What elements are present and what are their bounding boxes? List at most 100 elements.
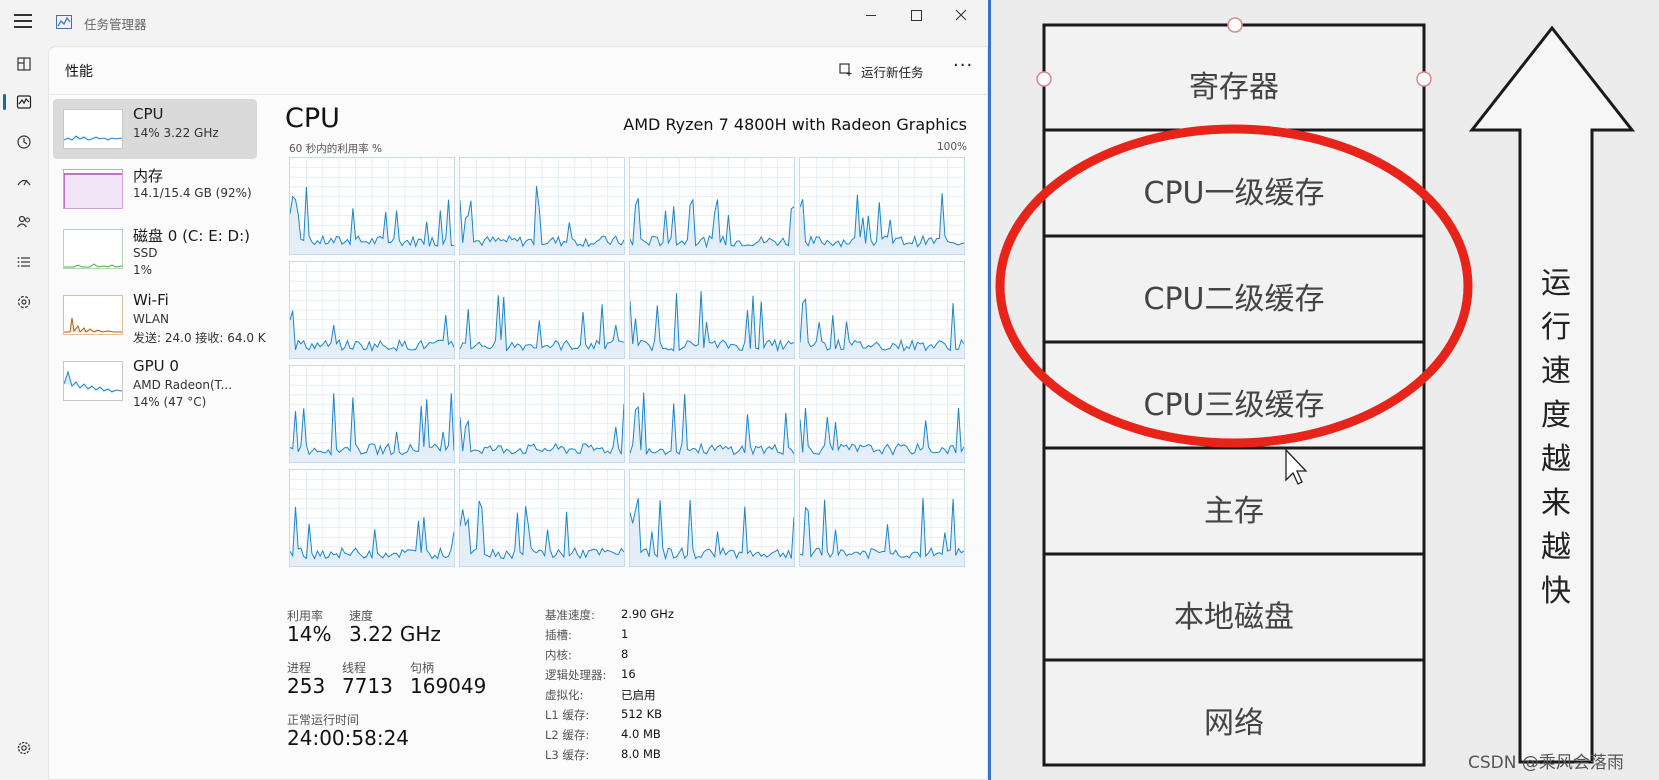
level-label: CPU一级缓存 <box>1143 176 1325 211</box>
logical-processor-graph <box>289 365 456 464</box>
logical-processor-graph <box>799 261 966 360</box>
content-pane: 性能 运行新任务 ··· CPU 14% 3.22 GHz 内存 14.1/15… <box>48 46 989 780</box>
memory-hierarchy-diagram: 寄存器 CPU一级缓存 CPU二级缓存 CPU三级缓存 主存 本地磁盘 网络 运… <box>992 0 1659 780</box>
task-manager-window: 任务管理器 性能 运行新任务 ··· CPU 14% 3.22 GHz 内存 1… <box>0 0 991 780</box>
device-name: Wi-Fi <box>133 291 169 309</box>
spec-value: 4.0 MB <box>621 727 661 741</box>
threads-value: 7713 <box>342 674 393 698</box>
run-new-task-label: 运行新任务 <box>861 65 924 80</box>
performance-nav-icon[interactable] <box>12 90 36 114</box>
logical-processor-graph <box>629 469 796 568</box>
window-edge <box>988 0 991 780</box>
close-icon <box>955 9 967 21</box>
logical-processor-graph <box>799 469 966 568</box>
spec-key: 内核: <box>545 648 572 662</box>
device-name: 内存 <box>133 167 164 185</box>
spec-key: 基准速度: <box>545 608 595 622</box>
startup-apps-nav-icon[interactable] <box>12 170 36 194</box>
app-history-nav-icon[interactable] <box>12 130 36 154</box>
device-item-memory[interactable]: 内存 14.1/15.4 GB (92%) <box>53 159 257 219</box>
spec-value: 8.0 MB <box>621 747 661 761</box>
cpu-model: AMD Ryzen 7 4800H with Radeon Graphics <box>623 115 967 134</box>
device-name: CPU <box>133 105 164 123</box>
selected-indicator <box>3 94 6 110</box>
logical-processor-graph <box>289 261 456 360</box>
csdn-watermark: CSDN @乘风会落雨 <box>1468 753 1624 773</box>
logical-processor-graph <box>629 261 796 360</box>
app-logo-icon <box>56 15 72 29</box>
device-item-wifi[interactable]: Wi-Fi WLAN 发送: 24.0 接收: 64.0 K <box>53 285 266 345</box>
spec-value: 1 <box>621 627 629 641</box>
handles-value: 169049 <box>410 674 487 698</box>
logical-processor-graph <box>459 469 626 568</box>
device-stat: AMD Radeon(T... <box>133 378 233 392</box>
close-button[interactable] <box>946 4 976 26</box>
uptime-value: 24:00:58:24 <box>287 726 410 750</box>
spec-key: L3 缓存: <box>545 748 590 762</box>
spec-value: 已启用 <box>621 688 656 702</box>
hamburger-menu-icon[interactable] <box>14 14 32 28</box>
page-title: 性能 <box>65 64 93 80</box>
device-stat: 14.1/15.4 GB (92%) <box>133 186 252 200</box>
device-stat: 14% 3.22 GHz <box>133 126 219 140</box>
spec-value: 512 KB <box>621 707 663 721</box>
disk-thumbnail <box>63 229 123 269</box>
new-task-icon <box>839 63 852 76</box>
device-stat: 14% (47 °C) <box>133 395 207 409</box>
cpu-heading: CPU <box>285 103 340 134</box>
wifi-thumbnail <box>63 295 123 335</box>
spec-value: 2.90 GHz <box>621 607 674 621</box>
graph-caption: 60 秒内的利用率 % <box>289 143 383 155</box>
level-label: CPU二级缓存 <box>1143 282 1325 317</box>
device-name: GPU 0 <box>133 357 179 375</box>
logical-processor-graph <box>799 157 966 256</box>
spec-value: 8 <box>621 647 629 661</box>
device-item-cpu[interactable]: CPU 14% 3.22 GHz <box>53 99 257 159</box>
processes-nav-icon[interactable] <box>12 52 36 76</box>
more-options-icon[interactable]: ··· <box>953 57 973 77</box>
content-header: 性能 运行新任务 ··· <box>49 47 989 95</box>
settings-gear-icon[interactable] <box>12 736 36 760</box>
logical-processor-graph <box>459 365 626 464</box>
logical-processor-graph <box>799 365 966 464</box>
device-item-gpu[interactable]: GPU 0 AMD Radeon(T... 14% (47 °C) <box>53 351 257 411</box>
maximize-button[interactable] <box>902 4 932 26</box>
logical-processor-graph <box>629 365 796 464</box>
speed-value: 3.22 GHz <box>349 622 441 646</box>
minimize-button[interactable] <box>857 4 887 26</box>
level-label: 本地磁盘 <box>1174 600 1294 635</box>
logical-processor-graphs <box>289 157 966 568</box>
logical-processor-graph <box>459 261 626 360</box>
window-title: 任务管理器 <box>84 17 147 32</box>
device-item-disk[interactable]: 磁盘 0 (C: E: D:) SSD 1% <box>53 219 257 279</box>
logical-processor-graph <box>459 157 626 256</box>
graph-max-label: 100% <box>936 141 967 153</box>
services-nav-icon[interactable] <box>12 290 36 314</box>
arrow-label: 运行速度越来越快 <box>1541 266 1571 609</box>
gpu-thumbnail <box>63 361 123 401</box>
spec-key: L1 缓存: <box>545 708 590 722</box>
level-label: 网络 <box>1204 706 1264 741</box>
device-stat: 1% <box>133 263 153 277</box>
logical-processor-graph <box>289 469 456 568</box>
spec-key: L2 缓存: <box>545 728 590 742</box>
level-label: 寄存器 <box>1189 70 1279 105</box>
run-new-task-button[interactable]: 运行新任务 <box>839 58 929 82</box>
device-stat: SSD <box>133 246 158 260</box>
device-stat: WLAN <box>133 312 170 326</box>
processes-value: 253 <box>287 674 326 698</box>
memory-thumbnail <box>63 169 123 209</box>
spec-key: 虚拟化: <box>545 688 584 702</box>
level-label: CPU三级缓存 <box>1143 388 1325 423</box>
logical-processor-graph <box>289 157 456 256</box>
title-bar: 任务管理器 <box>0 0 990 46</box>
device-name: 磁盘 0 (C: E: D:) <box>133 227 250 245</box>
details-nav-icon[interactable] <box>12 250 36 274</box>
users-nav-icon[interactable] <box>12 210 36 234</box>
device-stat: 发送: 24.0 接收: 64.0 K <box>133 331 266 345</box>
utilization-value: 14% <box>287 622 332 646</box>
spec-value: 16 <box>621 667 636 681</box>
spec-key: 逻辑处理器: <box>545 668 607 682</box>
navigation-rail <box>0 46 48 780</box>
cpu-thumbnail <box>63 109 123 149</box>
